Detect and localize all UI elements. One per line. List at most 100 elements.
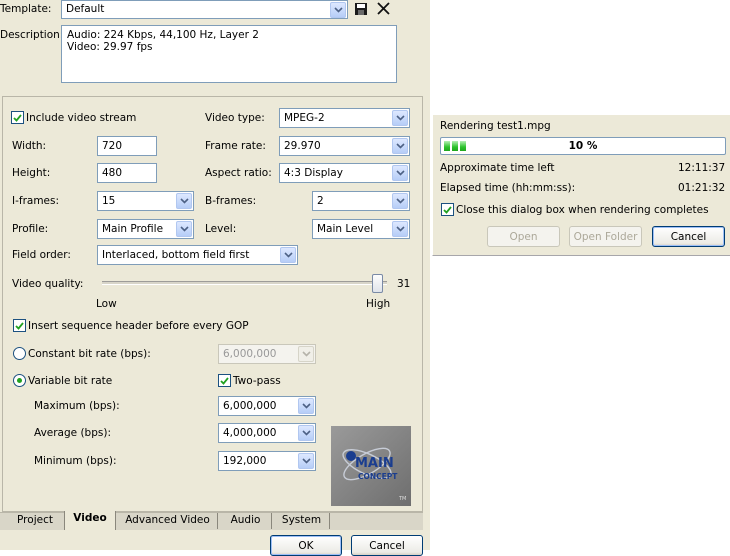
constant-bit-rate-value: 6,000,000 — [223, 348, 277, 360]
i-frames-select[interactable]: 15 — [97, 191, 194, 211]
tab-system-label: System — [281, 514, 322, 526]
chevron-down-icon[interactable] — [298, 398, 314, 414]
radio-selected-dot — [17, 378, 22, 383]
template-label: Template: — [0, 3, 52, 15]
b-frames-select[interactable]: 2 — [312, 191, 410, 211]
constant-bit-rate-radio[interactable] — [13, 347, 26, 360]
video-type-value: MPEG-2 — [284, 112, 325, 124]
render-settings-dialog: Template: Default Description: Audio: 22… — [0, 0, 430, 556]
two-pass-label: Two-pass — [233, 375, 281, 387]
average-select[interactable]: 4,000,000 — [218, 423, 316, 443]
minimum-value: 192,000 — [223, 455, 267, 467]
chevron-down-icon[interactable] — [392, 110, 408, 126]
cancel-button-label: Cancel — [369, 539, 405, 552]
tab-audio-label: Audio — [230, 514, 261, 526]
tab-project[interactable]: Project — [6, 513, 64, 529]
chevron-down-icon[interactable] — [176, 221, 192, 237]
render-cancel-button[interactable]: Cancel — [652, 226, 725, 247]
tab-video-label: Video — [73, 512, 107, 524]
video-quality-slider[interactable] — [372, 274, 384, 293]
open-folder-button[interactable]: Open Folder — [569, 226, 642, 247]
close-when-done-checkbox[interactable] — [441, 203, 454, 216]
video-type-select[interactable]: MPEG-2 — [279, 108, 410, 128]
width-input[interactable]: 720 — [97, 136, 157, 156]
chevron-down-icon[interactable] — [298, 453, 314, 469]
constant-bit-rate-select[interactable]: 6,000,000 — [218, 344, 316, 364]
chevron-down-icon[interactable] — [392, 193, 408, 209]
profile-label: Profile: — [12, 223, 49, 235]
ok-button[interactable]: OK — [270, 535, 342, 556]
close-when-done-label: Close this dialog box when rendering com… — [456, 204, 709, 216]
video-quality-high-label: High — [366, 298, 391, 310]
two-pass-checkbox[interactable] — [218, 374, 231, 387]
width-label: Width: — [12, 140, 47, 152]
logo-trademark: TM — [399, 496, 407, 502]
logo-text-concept: CONCEPT — [358, 472, 398, 481]
tab-advanced-video-label: Advanced Video — [125, 514, 210, 526]
video-quality-track — [102, 281, 387, 285]
chevron-down-icon[interactable] — [392, 165, 408, 181]
include-video-stream-checkbox[interactable] — [11, 111, 24, 124]
level-value: Main Level — [317, 223, 374, 235]
chevron-down-icon[interactable] — [330, 2, 346, 18]
tab-audio[interactable]: Audio — [220, 513, 272, 529]
insert-sequence-header-label: Insert sequence header before every GOP — [28, 320, 249, 332]
open-button[interactable]: Open — [487, 226, 560, 247]
insert-sequence-header-checkbox[interactable] — [13, 319, 26, 332]
b-frames-value: 2 — [317, 195, 324, 207]
chevron-down-icon[interactable] — [176, 193, 192, 209]
save-icon[interactable] — [354, 2, 368, 16]
average-value: 4,000,000 — [223, 427, 277, 439]
aspect-ratio-label: Aspect ratio: — [205, 167, 272, 179]
level-label: Level: — [205, 223, 237, 235]
video-type-label: Video type: — [205, 112, 265, 124]
level-select[interactable]: Main Level — [312, 219, 410, 239]
render-cancel-button-label: Cancel — [670, 230, 707, 243]
variable-bit-rate-label: Variable bit rate — [28, 375, 113, 387]
chevron-down-icon[interactable] — [298, 346, 314, 362]
video-quality-label: Video quality: — [12, 278, 84, 290]
aspect-ratio-select[interactable]: 4:3 Display — [279, 163, 410, 183]
height-label: Height: — [12, 167, 51, 179]
i-frames-label: I-frames: — [12, 195, 60, 207]
video-quality-value: 31 — [397, 278, 411, 290]
b-frames-label: B-frames: — [205, 195, 257, 207]
approx-time-value: 12:11:37 — [678, 162, 726, 174]
description-line: Audio: 224 Kbps, 44,100 Hz, Layer 2 — [67, 29, 259, 41]
template-select[interactable]: Default — [61, 0, 348, 19]
field-order-select[interactable]: Interlaced, bottom field first — [97, 245, 298, 265]
minimum-label: Minimum (bps): — [34, 455, 117, 467]
elapsed-time-value: 01:21:32 — [678, 182, 726, 194]
height-input[interactable]: 480 — [97, 163, 157, 183]
video-quality-low-label: Low — [96, 298, 117, 310]
chevron-down-icon[interactable] — [280, 247, 296, 263]
rendering-title: Rendering test1.mpg — [440, 120, 551, 132]
aspect-ratio-value: 4:3 Display — [284, 167, 343, 179]
frame-rate-label: Frame rate: — [205, 140, 266, 152]
variable-bit-rate-radio[interactable] — [13, 374, 26, 387]
constant-bit-rate-label: Constant bit rate (bps): — [28, 348, 151, 360]
tab-project-label: Project — [17, 514, 53, 526]
open-folder-button-label: Open Folder — [573, 230, 638, 243]
elapsed-time-label: Elapsed time (hh:mm:ss): — [440, 182, 576, 194]
chevron-down-icon[interactable] — [298, 425, 314, 441]
minimum-select[interactable]: 192,000 — [218, 451, 316, 471]
frame-rate-select[interactable]: 29.970 — [279, 136, 410, 156]
tab-system[interactable]: System — [274, 513, 330, 529]
i-frames-value: 15 — [102, 195, 116, 207]
approx-time-label: Approximate time left — [440, 162, 555, 174]
maximum-select[interactable]: 6,000,000 — [218, 396, 316, 416]
tab-advanced-video[interactable]: Advanced Video — [118, 513, 218, 529]
cancel-button[interactable]: Cancel — [351, 535, 423, 556]
description-textarea[interactable]: Audio: 224 Kbps, 44,100 Hz, Layer 2 Vide… — [61, 25, 397, 83]
chevron-down-icon[interactable] — [392, 138, 408, 154]
template-value: Default — [66, 3, 105, 15]
tab-video[interactable]: Video — [64, 511, 116, 530]
profile-select[interactable]: Main Profile — [97, 219, 194, 239]
frame-rate-value: 29.970 — [284, 140, 321, 152]
ok-button-label: OK — [298, 539, 314, 552]
logo-text-main: MAIN — [355, 456, 394, 471]
delete-icon[interactable] — [376, 1, 391, 16]
mainconcept-logo: MAIN CONCEPT TM — [331, 426, 411, 506]
chevron-down-icon[interactable] — [392, 221, 408, 237]
